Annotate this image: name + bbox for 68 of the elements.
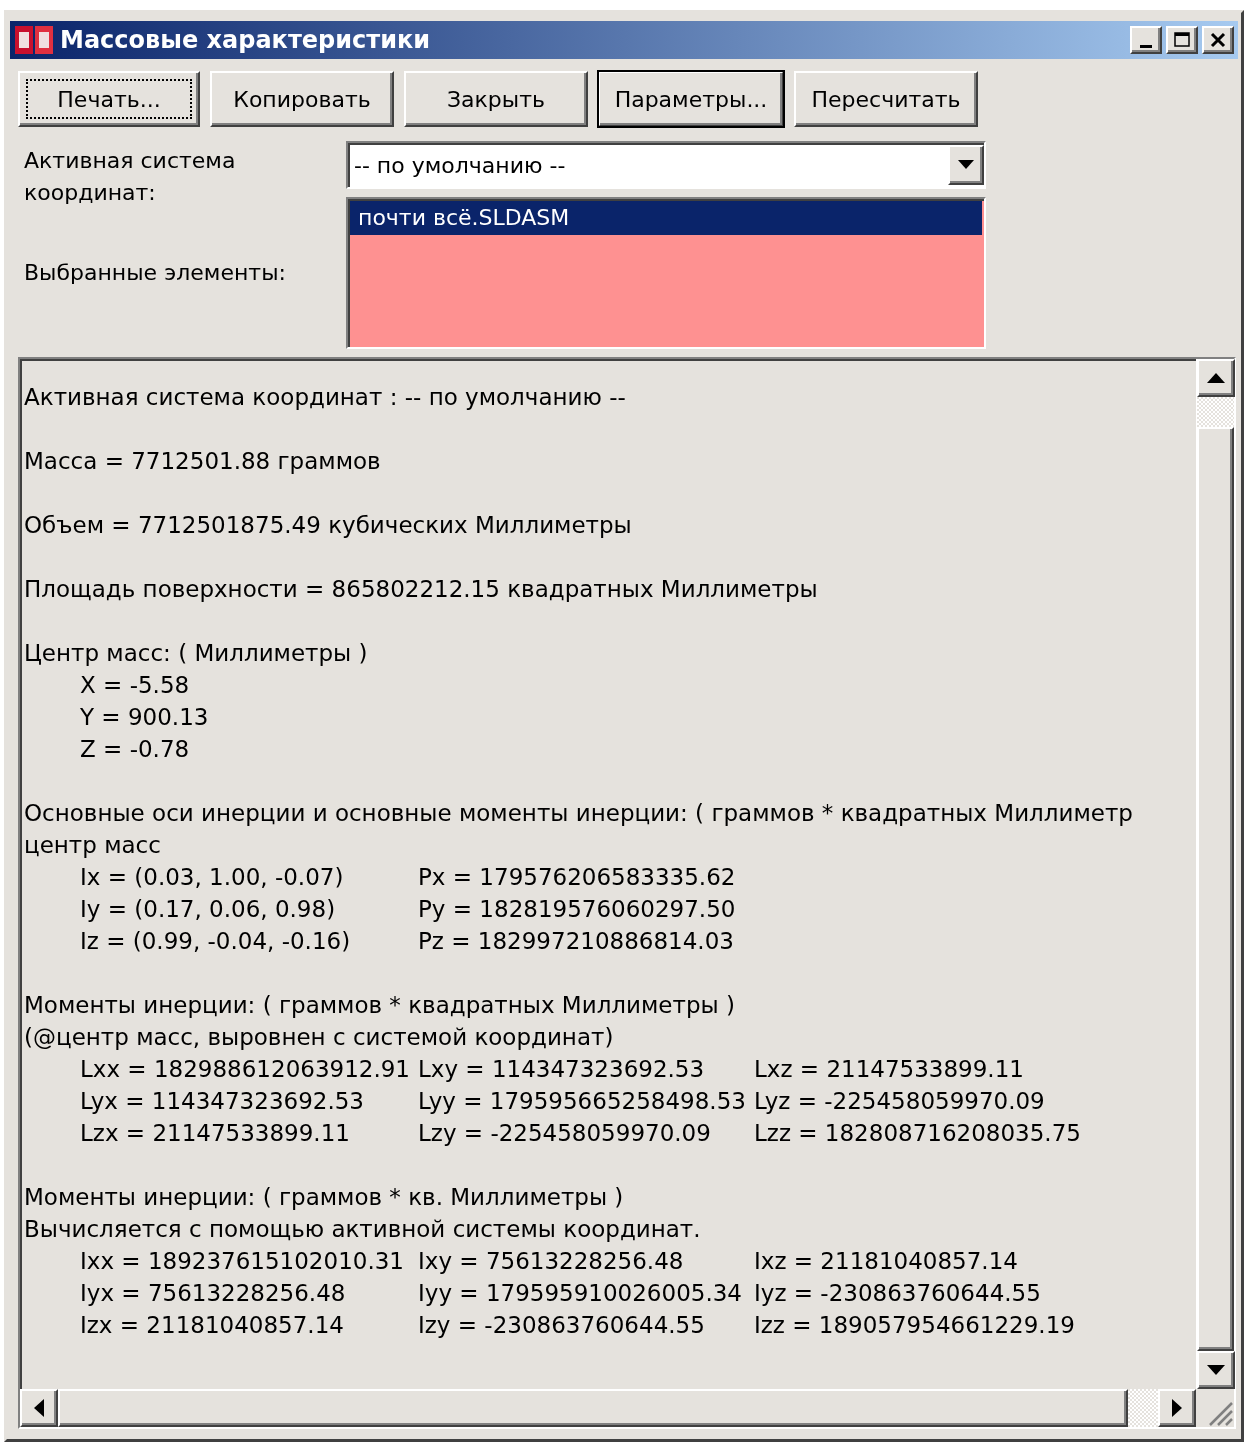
coordinate-system-dropdown[interactable]: -- по умолчанию -- bbox=[346, 141, 986, 189]
close-button[interactable] bbox=[1202, 26, 1234, 54]
report-value: Iyx = 75613228256.48 bbox=[80, 1279, 347, 1308]
window-title: Массовые характеристики bbox=[60, 26, 432, 54]
report-value: Lxz = 21147533899.11 bbox=[754, 1055, 1025, 1084]
report-value: Pz = 182997210886814.03 bbox=[418, 927, 735, 956]
scroll-down-button[interactable] bbox=[1197, 1351, 1235, 1389]
report-value: Lxy = 114347323692.53 bbox=[418, 1055, 706, 1084]
report-value: Lzx = 21147533899.11 bbox=[80, 1119, 351, 1148]
maximize-icon bbox=[1173, 31, 1191, 49]
dialog-button[interactable]: Печать... bbox=[18, 71, 200, 127]
report-value: Iz = (0.99, -0.04, -0.16) bbox=[80, 927, 352, 956]
down-arrow-icon bbox=[1207, 1365, 1225, 1375]
report-value: Lyx = 114347323692.53 bbox=[80, 1087, 365, 1116]
report-line: (@центр масс, выровнен с системой координат) bbox=[24, 1023, 615, 1052]
report-line: Моменты инерции: ( граммов * квадратных Миллиметры ) bbox=[24, 991, 736, 1020]
dialog-button[interactable]: Закрыть bbox=[404, 71, 588, 127]
field-label: Выбранные элементы: bbox=[24, 259, 287, 287]
report-value: Izy = -230863760644.55 bbox=[418, 1311, 706, 1340]
report-line: Центр масс: ( Миллиметры ) bbox=[24, 639, 369, 668]
app-icon bbox=[14, 24, 54, 56]
report-value: Ixx = 189237615102010.31 bbox=[80, 1247, 405, 1276]
report-value: Ixy = 75613228256.48 bbox=[418, 1247, 685, 1276]
report-value: Izz = 189057954661229.19 bbox=[754, 1311, 1075, 1340]
report-value: X = -5.58 bbox=[80, 671, 191, 700]
left-arrow-icon bbox=[34, 1399, 44, 1417]
scroll-right-button[interactable] bbox=[1158, 1389, 1196, 1427]
report-line: Моменты инерции: ( граммов * кв. Миллиметры ) bbox=[24, 1183, 625, 1212]
report-line: Объем = 7712501875.49 кубических Миллиметры bbox=[24, 511, 633, 540]
report-value: Px = 179576206583335.62 bbox=[418, 863, 737, 892]
dialog-button[interactable]: Параметры... bbox=[598, 71, 784, 127]
report-value: Lxx = 182988612063912.91 bbox=[80, 1055, 411, 1084]
report-value: Iyz = -230863760644.55 bbox=[754, 1279, 1042, 1308]
scroll-left-button[interactable] bbox=[20, 1389, 58, 1427]
report-value: Iy = (0.17, 0.06, 0.98) bbox=[80, 895, 337, 924]
minimize-button[interactable] bbox=[1130, 26, 1162, 54]
report-value: Py = 182819576060297.50 bbox=[418, 895, 737, 924]
report-value: Y = 900.13 bbox=[80, 703, 210, 732]
right-arrow-icon bbox=[1172, 1399, 1182, 1417]
report-line: Вычисляется с помощью активной системы координат. bbox=[24, 1215, 702, 1244]
report-value: Lyz = -225458059970.09 bbox=[754, 1087, 1046, 1116]
report-value: Lyy = 179595665258498.53 bbox=[418, 1087, 747, 1116]
report-value: Izx = 21181040857.14 bbox=[80, 1311, 345, 1340]
report-value: Lzy = -225458059970.09 bbox=[418, 1119, 712, 1148]
report-line: центр масс bbox=[24, 831, 162, 860]
report-value: Ixz = 21181040857.14 bbox=[754, 1247, 1019, 1276]
maximize-button[interactable] bbox=[1166, 26, 1198, 54]
up-arrow-icon bbox=[1207, 373, 1225, 383]
report-line: Масса = 7712501.88 граммов bbox=[24, 447, 382, 476]
report-line: Основные оси инерции и основные моменты инерции: ( граммов * квадратных Миллиметр bbox=[24, 799, 1134, 828]
scroll-up-button[interactable] bbox=[1197, 359, 1235, 397]
dialog-button[interactable]: Копировать bbox=[210, 71, 394, 127]
dialog-button[interactable]: Пересчитать bbox=[794, 71, 978, 127]
scrollbar-track[interactable] bbox=[1197, 397, 1234, 427]
report-value: Lzz = 182808716208035.75 bbox=[754, 1119, 1081, 1148]
list-item[interactable]: почти всё.SLDASM bbox=[350, 201, 982, 235]
report-value: Iyy = 179595910026005.34 bbox=[418, 1279, 743, 1308]
selected-items-list[interactable]: почти всё.SLDASM bbox=[346, 197, 986, 349]
report-value: Ix = (0.03, 1.00, -0.07) bbox=[80, 863, 345, 892]
caret-icon bbox=[958, 160, 974, 170]
scrollbar-track[interactable] bbox=[1128, 1389, 1158, 1427]
dropdown-button[interactable] bbox=[948, 145, 984, 185]
report-line: Активная система координат : -- по умолчанию -- bbox=[24, 383, 627, 412]
report-line: Площадь поверхности = 865802212.15 квадратных Миллиметры bbox=[24, 575, 819, 604]
field-label: Активная система координат: bbox=[24, 147, 237, 207]
close-icon bbox=[1209, 31, 1227, 49]
report-value: Z = -0.78 bbox=[80, 735, 191, 764]
minimize-icon bbox=[1140, 44, 1152, 48]
